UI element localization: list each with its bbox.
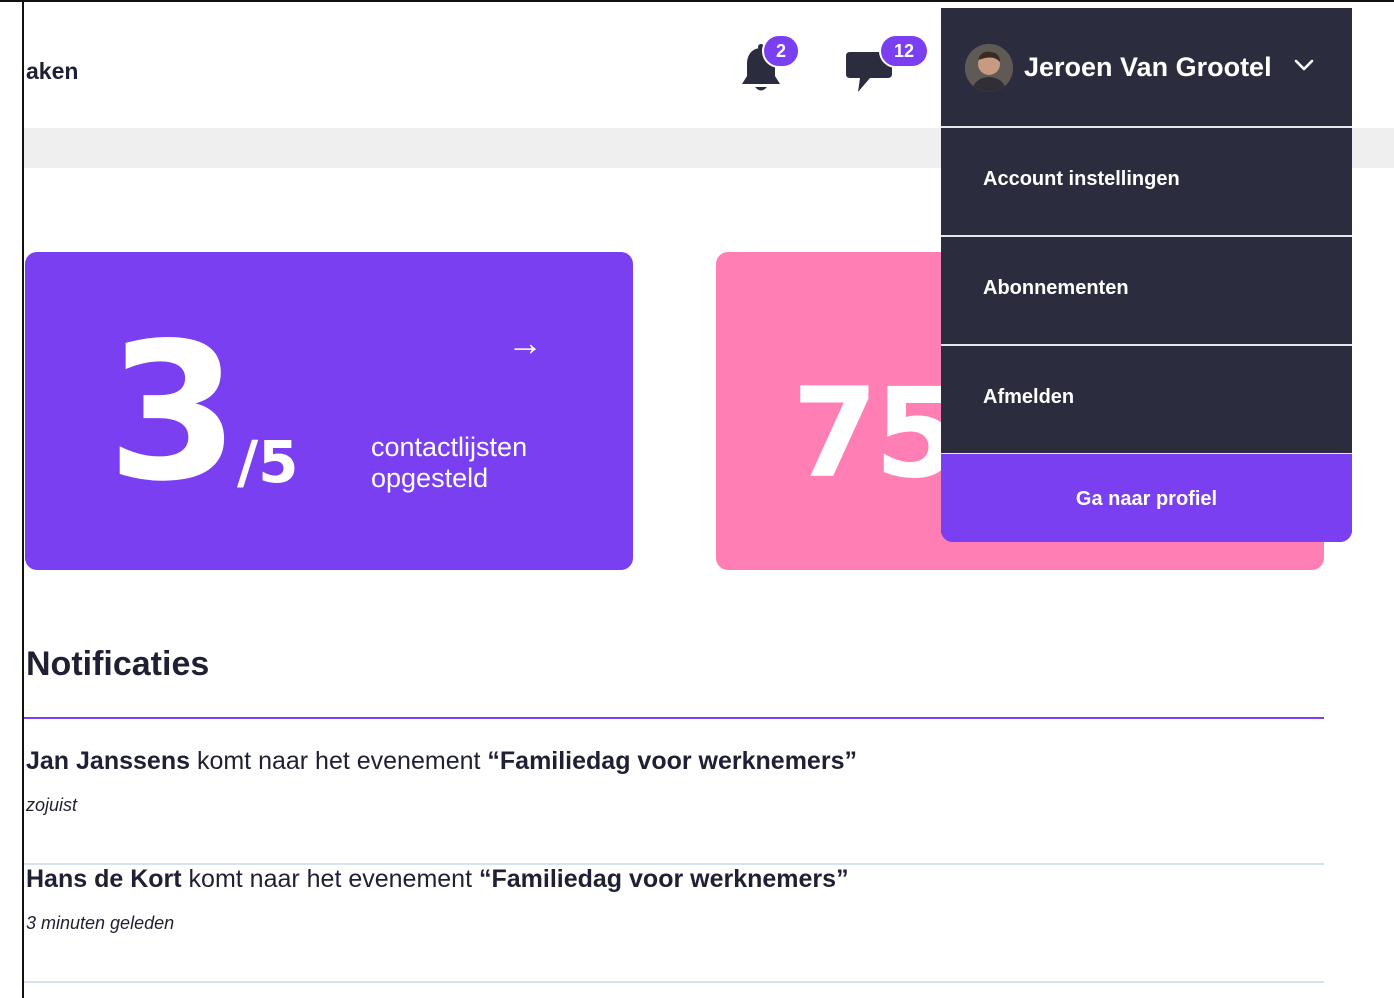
notification-event: “Familiedag voor werknemers”	[487, 747, 857, 775]
menu-item-account-settings[interactable]: Account instellingen	[941, 128, 1352, 237]
notification-time: 3 minuten geleden	[26, 913, 175, 933]
menu-item-label: Afmelden	[983, 386, 1075, 408]
notifications-count-badge: 2	[762, 34, 800, 68]
notifications-heading: Notificaties	[26, 645, 210, 683]
notification-message: komt naar het evenement	[190, 747, 488, 775]
stat-value: 3	[107, 302, 239, 523]
chevron-down-icon	[1294, 59, 1314, 71]
user-avatar-image	[965, 44, 1013, 92]
notification-message: komt naar het evenement	[181, 865, 479, 893]
notification-person: Jan Janssens	[26, 747, 190, 775]
menu-item-label: Account instellingen	[983, 168, 1180, 190]
notification-item[interactable]: Jan Janssens komt naar het evenement “Fa…	[24, 747, 1324, 865]
user-menu-toggle[interactable]: Jeroen Van Grootel	[941, 8, 1352, 128]
notification-time: zojuist	[26, 795, 78, 815]
stat-total: /5	[237, 428, 299, 496]
user-dropdown-menu: Jeroen Van Grootel Account instellingen …	[941, 8, 1352, 542]
notification-text: Jan Janssens komt naar het evenement “Fa…	[26, 747, 857, 776]
notification-text: Hans de Kort komt naar het evenement “Fa…	[26, 865, 849, 894]
user-name: Jeroen Van Grootel	[1024, 52, 1272, 82]
arrow-right-icon[interactable]: →	[507, 322, 543, 364]
notification-event: “Familiedag voor werknemers”	[478, 865, 849, 893]
menu-item-label: Abonnementen	[983, 277, 1129, 299]
notification-person: Hans de Kort	[26, 865, 182, 893]
go-to-profile-button[interactable]: Ga naar profiel	[941, 454, 1352, 542]
page-breadcrumb: aken	[26, 58, 79, 84]
notification-item[interactable]: Hans de Kort komt naar het evenement “Fa…	[24, 865, 1324, 983]
notifications-divider	[24, 717, 1324, 719]
menu-item-subscriptions[interactable]: Abonnementen	[941, 237, 1352, 346]
stat-label-line-2: opgesteld	[371, 463, 489, 493]
stat-label: contactlijsten opgesteld	[371, 432, 527, 494]
menu-item-logout[interactable]: Afmelden	[941, 346, 1352, 455]
go-to-profile-label: Ga naar profiel	[1075, 488, 1218, 510]
contact-lists-stat-card[interactable]: 3 /5 contactlijsten opgesteld →	[25, 252, 633, 570]
stat-label-line-1: contactlijsten	[371, 432, 528, 462]
stat-value: 75	[792, 362, 961, 506]
messages-count-badge: 12	[879, 34, 929, 68]
avatar	[965, 44, 1013, 92]
